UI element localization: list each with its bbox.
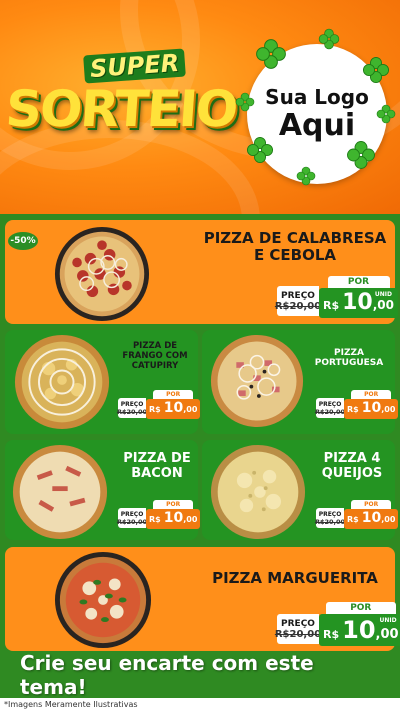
price-dec: ,00 — [183, 515, 198, 524]
product-name-line: PIZZA MARGUERITA — [212, 569, 378, 587]
price-tag: PREÇO R$20,00 POR R$ 10 ,00 UNID — [274, 602, 400, 646]
clover-icon — [256, 39, 286, 69]
product-name-line: PORTUGUESA — [314, 358, 384, 369]
product-name: PIZZA DE FRANGO COM CATUPIRY — [114, 341, 196, 371]
preco-label: PREÇO — [281, 618, 315, 629]
old-price: R$20,00 — [274, 300, 322, 312]
price-new-box: POR R$ 10 ,00 — [344, 390, 399, 419]
old-price: R$20,00 — [116, 407, 148, 416]
clover-icon — [246, 136, 274, 164]
old-price: R$20,00 — [116, 517, 148, 526]
header-banner: SUPER SORTEIO Sua Logo Aqui — [0, 0, 400, 214]
old-price: R$20,00 — [314, 407, 346, 416]
currency: R$ — [149, 515, 161, 524]
price-tag: PREÇO R$20,00 POR R$ 10 ,00 — [116, 500, 201, 529]
product-name-line: PIZZA DE CALABRESA — [203, 229, 387, 247]
price-dec: ,00 — [381, 515, 396, 524]
por-label: POR — [325, 602, 396, 614]
pizza-image — [54, 226, 150, 322]
price-tag: PREÇO R$20,00 POR R$ 10 ,00 — [314, 390, 399, 419]
price-int: 10 — [361, 400, 382, 416]
price-dec: ,00 — [381, 405, 396, 414]
pizza-image — [12, 444, 108, 540]
currency: R$ — [347, 405, 359, 414]
price-old-box: PREÇO R$20,00 — [314, 508, 346, 528]
currency: R$ — [149, 405, 161, 414]
pizza-image — [210, 444, 306, 540]
price-tag: PREÇO R$20,00 POR R$ 10 ,00 — [116, 390, 201, 419]
price-new-box: POR R$ 10 ,00 — [146, 390, 201, 419]
price-dec: ,00 — [375, 627, 399, 642]
product-name-line: E CEBOLA — [253, 246, 337, 265]
product-name: PIZZA DE BACON — [118, 451, 196, 482]
product-name-line: PIZZA 4 — [323, 451, 381, 466]
title-super: SUPER — [83, 48, 187, 84]
currency: R$ — [323, 299, 340, 312]
logo-text-line1: Sua Logo — [265, 85, 369, 109]
discount-badge: -50% — [8, 232, 38, 250]
preco-label: PREÇO — [120, 400, 144, 408]
old-price: R$20,00 — [274, 628, 322, 640]
preco-label: PREÇO — [318, 400, 342, 408]
product-name: PIZZA 4 QUEIJOS — [312, 451, 392, 482]
product-name: PIZZA PORTUGUESA — [306, 348, 392, 369]
price-new-box: POR R$ 10 ,00 — [344, 500, 399, 529]
pizza-image — [14, 334, 110, 430]
price-old-box: PREÇO R$20,00 — [116, 508, 148, 528]
new-price: R$ 10 ,00 — [344, 509, 399, 529]
price-int: 10 — [342, 616, 376, 644]
product-name-line: CATUPIRY — [131, 360, 179, 371]
clover-icon — [347, 141, 375, 169]
por-label: POR — [351, 390, 392, 399]
pizza-image — [54, 551, 152, 649]
new-price: R$ 10 ,00 — [344, 399, 399, 419]
por-label: POR — [327, 276, 390, 288]
price-int: 10 — [361, 510, 382, 526]
price-new-box: POR R$ 10 ,00 UNID — [319, 602, 400, 646]
preco-label: PREÇO — [318, 510, 342, 518]
currency: R$ — [323, 628, 340, 641]
price-int: 10 — [342, 290, 373, 315]
price-dec: ,00 — [372, 298, 395, 312]
price-new-box: POR R$ 10 ,00 UNID — [319, 276, 399, 318]
clover-icon — [296, 166, 316, 186]
preco-label: PREÇO — [281, 290, 315, 301]
price-old-box: PREÇO R$20,00 — [116, 398, 148, 418]
price-int: 10 — [163, 510, 184, 526]
currency: R$ — [347, 515, 359, 524]
clover-icon — [376, 104, 396, 124]
por-label: POR — [351, 500, 392, 509]
por-label: POR — [153, 390, 194, 399]
cta-text: Crie seu encarte com este tema! — [20, 651, 314, 699]
super-sorteio-title: SUPER SORTEIO — [3, 40, 239, 160]
preco-label: PREÇO — [120, 510, 144, 518]
clover-icon — [362, 56, 390, 84]
product-name: PIZZA MARGUERITA — [200, 569, 390, 587]
clover-icon — [235, 92, 255, 112]
clover-icon — [318, 28, 340, 50]
price-tag: PREÇO R$20,00 POR R$ 10 ,00 UNID — [274, 276, 399, 318]
unit-label: UNID — [374, 291, 393, 298]
unit-label: UNID — [379, 617, 397, 624]
product-name-line: QUEIJOS — [321, 465, 383, 481]
price-old-box: PREÇO R$20,00 — [314, 398, 346, 418]
pizza-image — [210, 334, 304, 428]
product-name-line: PIZZA — [334, 348, 364, 358]
price-old-box: PREÇO R$20,00 — [274, 614, 322, 644]
product-name: PIZZA DE CALABRESA E CEBOLA — [200, 229, 390, 265]
price-old-box: PREÇO R$20,00 — [274, 286, 322, 316]
new-price: R$ 10 ,00 — [146, 509, 201, 529]
price-tag: PREÇO R$20,00 POR R$ 10 ,00 — [314, 500, 399, 529]
disclaimer: *Imagens Meramente Ilustrativas — [0, 698, 400, 711]
old-price: R$20,00 — [314, 517, 346, 526]
new-price: R$ 10 ,00 — [146, 399, 201, 419]
title-main: SORTEIO — [3, 80, 239, 138]
price-int: 10 — [163, 400, 184, 416]
product-name-line: BACON — [131, 465, 183, 481]
product-name-line: PIZZA DE — [123, 451, 191, 466]
por-label: POR — [153, 500, 194, 509]
price-dec: ,00 — [183, 405, 198, 414]
logo-text-line2: Aqui — [278, 108, 356, 143]
price-new-box: POR R$ 10 ,00 — [146, 500, 201, 529]
